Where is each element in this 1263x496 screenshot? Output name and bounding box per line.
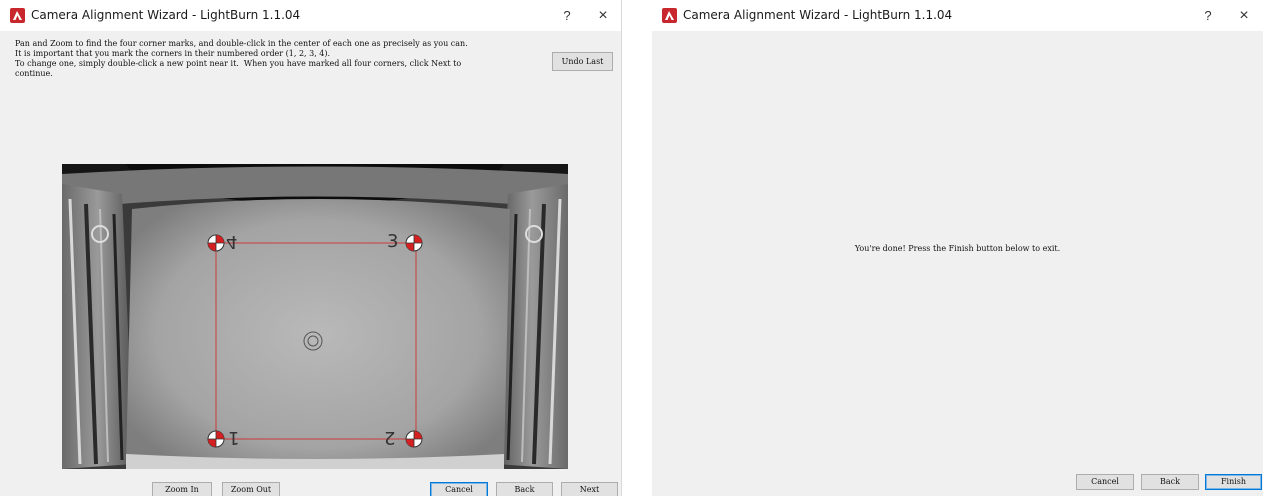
close-button[interactable]: × <box>591 5 615 27</box>
back-button[interactable]: Back <box>496 482 553 496</box>
zoom-in-button[interactable]: Zoom In <box>152 482 212 496</box>
corner-marker-1[interactable] <box>207 430 225 448</box>
lightburn-app-icon <box>662 8 677 23</box>
camera-view[interactable]: 4 3 1 2 <box>62 164 568 469</box>
window-title: Camera Alignment Wizard - LightBurn 1.1.… <box>31 8 301 22</box>
corner-marker-3[interactable] <box>405 234 423 252</box>
next-button[interactable]: Next <box>561 482 618 496</box>
corner-number-3: 3 <box>387 231 399 252</box>
back-button[interactable]: Back <box>1141 474 1199 490</box>
zoom-out-button[interactable]: Zoom Out <box>222 482 280 496</box>
corner-number-1: 1 <box>228 427 240 448</box>
cancel-button[interactable]: Cancel <box>1076 474 1134 490</box>
instruction-line: To change one, simply double-click a new… <box>15 59 462 68</box>
corner-marker-4[interactable] <box>207 234 225 252</box>
help-button[interactable]: ? <box>557 6 577 26</box>
cancel-button[interactable]: Cancel <box>430 482 488 496</box>
help-button[interactable]: ? <box>1198 6 1218 26</box>
instruction-line: It is important that you mark the corner… <box>15 49 331 58</box>
finish-button[interactable]: Finish <box>1205 474 1262 490</box>
title-bar: Camera Alignment Wizard - LightBurn 1.1.… <box>652 0 1263 31</box>
lightburn-app-icon <box>10 8 25 23</box>
window-title: Camera Alignment Wizard - LightBurn 1.1.… <box>683 8 953 22</box>
camera-alignment-window-step: Camera Alignment Wizard - LightBurn 1.1.… <box>0 0 622 496</box>
instruction-line: Pan and Zoom to find the four corner mar… <box>15 39 468 48</box>
title-bar: Camera Alignment Wizard - LightBurn 1.1.… <box>0 0 621 31</box>
close-button[interactable]: × <box>1232 5 1256 27</box>
corner-marker-2[interactable] <box>405 430 423 448</box>
undo-last-button[interactable]: Undo Last <box>552 52 613 71</box>
instructions-text: Pan and Zoom to find the four corner mar… <box>15 39 547 79</box>
completion-message: You're done! Press the Finish button bel… <box>854 244 1061 253</box>
instruction-line: continue. <box>15 69 53 78</box>
corner-number-2: 2 <box>384 427 396 448</box>
camera-image <box>62 164 568 469</box>
camera-alignment-window-finish: Camera Alignment Wizard - LightBurn 1.1.… <box>652 0 1263 496</box>
corner-number-4: 4 <box>226 231 238 252</box>
